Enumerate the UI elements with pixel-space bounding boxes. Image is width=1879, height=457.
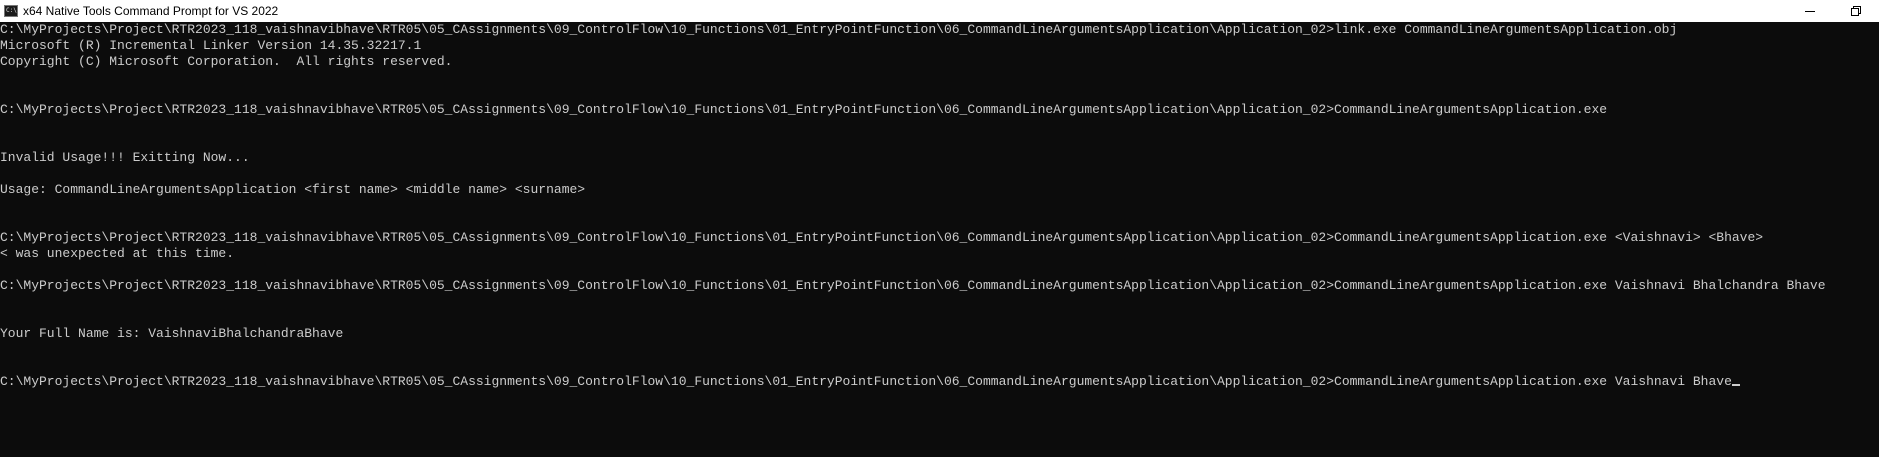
console-line-text: Invalid Usage!!! Exitting Now...: [0, 150, 250, 165]
minimize-icon: [1805, 11, 1815, 12]
console-line: C:\MyProjects\Project\RTR2023_118_vaishn…: [0, 374, 1879, 390]
terminal-app-icon: C:\: [4, 5, 18, 17]
console-line-text: C:\MyProjects\Project\RTR2023_118_vaishn…: [0, 230, 1764, 245]
console-line: C:\MyProjects\Project\RTR2023_118_vaishn…: [0, 22, 1879, 38]
restore-button[interactable]: [1833, 0, 1879, 22]
window-title: x64 Native Tools Command Prompt for VS 2…: [23, 4, 279, 18]
title-bar[interactable]: C:\ x64 Native Tools Command Prompt for …: [0, 0, 1879, 22]
console-line: Your Full Name is: VaishnaviBhalchandraB…: [0, 326, 1879, 342]
console-output[interactable]: C:\MyProjects\Project\RTR2023_118_vaishn…: [0, 22, 1879, 457]
console-line: Copyright (C) Microsoft Corporation. All…: [0, 54, 1879, 70]
console-line-text: Usage: CommandLineArgumentsApplication <…: [0, 182, 586, 197]
restore-icon: [1851, 6, 1861, 16]
command-prompt-window: C:\ x64 Native Tools Command Prompt for …: [0, 0, 1879, 457]
console-line-text: Your Full Name is: VaishnaviBhalchandraB…: [0, 326, 344, 341]
console-line: < was unexpected at this time.: [0, 246, 1879, 262]
console-line-text: C:\MyProjects\Project\RTR2023_118_vaishn…: [0, 278, 1826, 293]
console-line-text: Copyright (C) Microsoft Corporation. All…: [0, 54, 453, 69]
caption-buttons: [1787, 0, 1879, 22]
text-cursor: [1731, 384, 1740, 386]
console-line: C:\MyProjects\Project\RTR2023_118_vaishn…: [0, 230, 1879, 246]
console-line-text: C:\MyProjects\Project\RTR2023_118_vaishn…: [0, 22, 1678, 37]
console-line: Usage: CommandLineArgumentsApplication <…: [0, 182, 1879, 198]
console-line-text: C:\MyProjects\Project\RTR2023_118_vaishn…: [0, 374, 1732, 389]
console-line: C:\MyProjects\Project\RTR2023_118_vaishn…: [0, 102, 1879, 118]
console-line-text: < was unexpected at this time.: [0, 246, 235, 261]
console-line-text: C:\MyProjects\Project\RTR2023_118_vaishn…: [0, 102, 1608, 117]
minimize-button[interactable]: [1787, 0, 1833, 22]
console-line-text: Microsoft (R) Incremental Linker Version…: [0, 38, 422, 53]
console-line: Microsoft (R) Incremental Linker Version…: [0, 38, 1879, 54]
console-line: C:\MyProjects\Project\RTR2023_118_vaishn…: [0, 278, 1879, 294]
console-line: Invalid Usage!!! Exitting Now...: [0, 150, 1879, 166]
